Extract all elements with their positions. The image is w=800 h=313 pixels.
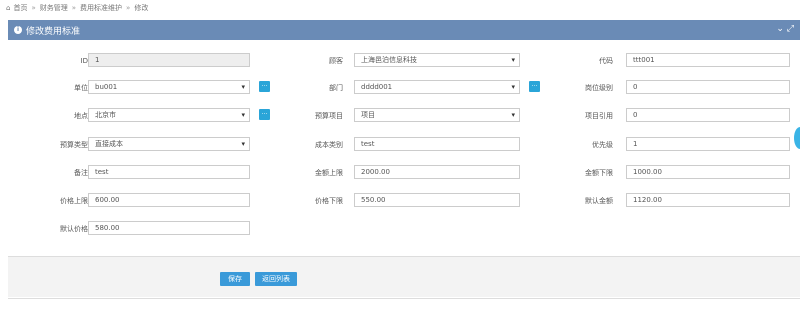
price-lower-field[interactable]: 550.00 [354, 193, 520, 207]
form-row: 单位 bu001 ... 部门 dddd001 ... 岗位级别 0 [8, 80, 800, 96]
panel-header: i 修改费用标准 ⌄ ⤢ [8, 20, 800, 40]
form-row: 默认价格 580.00 [8, 221, 800, 237]
budget-project-label: 预算项目 [315, 112, 343, 120]
budget-type-label: 预算类型 [60, 141, 88, 149]
form-footer: 保存 返回列表 [8, 256, 800, 297]
form-row: 价格上限 600.00 价格下限 550.00 默认金额 1120.00 [8, 193, 800, 209]
price-lower-label: 价格下限 [315, 197, 343, 205]
default-amount-label: 默认金额 [585, 197, 613, 205]
priority-label: 优先级 [592, 141, 613, 149]
form-row: 地点 北京市 ... 预算项目 项目 项目引用 0 [8, 108, 800, 124]
id-label: ID [80, 57, 88, 65]
id-field[interactable]: 1 [88, 53, 250, 67]
default-amount-field[interactable]: 1120.00 [626, 193, 790, 207]
save-button[interactable]: 保存 [220, 272, 250, 286]
breadcrumb-cost-standard[interactable]: 费用标准维护 [80, 3, 122, 13]
side-float-tab[interactable] [794, 127, 800, 149]
breadcrumb-home[interactable]: 首页 [13, 3, 27, 13]
price-upper-label: 价格上限 [60, 197, 88, 205]
breadcrumb-separator: » [31, 4, 36, 12]
breadcrumb-finance[interactable]: 财务管理 [40, 3, 68, 13]
breadcrumb: ⌂ 首页 » 财务管理 » 费用标准维护 » 修改 [0, 0, 800, 16]
budget-project-select[interactable]: 项目 [354, 108, 520, 122]
position-level-field[interactable]: 0 [626, 80, 790, 94]
form-row: 预算类型 直接成本 成本类别 test 优先级 1 [8, 137, 800, 153]
amount-upper-field[interactable]: 2000.00 [354, 165, 520, 179]
priority-field[interactable]: 1 [626, 137, 790, 151]
project-ref-field[interactable]: 0 [626, 108, 790, 122]
cost-category-label: 成本类别 [315, 141, 343, 149]
cost-category-field[interactable]: test [354, 137, 520, 151]
info-icon: i [14, 26, 22, 34]
unit-label: 单位 [74, 84, 88, 92]
location-label: 地点 [74, 112, 88, 120]
back-to-list-button[interactable]: 返回列表 [255, 272, 297, 286]
department-label: 部门 [329, 84, 343, 92]
divider [8, 298, 800, 299]
form-row: ID 1 顾客 上海邑泊信息科技 代码 ttt001 [8, 53, 800, 69]
amount-lower-label: 金额下限 [585, 169, 613, 177]
remark-field[interactable]: test [88, 165, 250, 179]
code-field[interactable]: ttt001 [626, 53, 790, 67]
position-level-label: 岗位级别 [585, 84, 613, 92]
panel-title: 修改费用标准 [26, 26, 81, 37]
breadcrumb-separator: » [71, 4, 77, 12]
amount-upper-label: 金额上限 [315, 169, 343, 177]
remark-label: 备注 [74, 169, 88, 177]
expand-icon[interactable]: ⤢ [787, 24, 794, 34]
default-price-field[interactable]: 580.00 [88, 221, 250, 235]
form-row: 备注 test 金额上限 2000.00 金额下限 1000.00 [8, 165, 800, 181]
unit-select[interactable]: bu001 [88, 80, 250, 94]
budget-type-select[interactable]: 直接成本 [88, 137, 250, 151]
project-ref-label: 项目引用 [585, 112, 613, 120]
code-label: 代码 [599, 57, 613, 65]
default-price-label: 默认价格 [60, 225, 88, 233]
form-body: ID 1 顾客 上海邑泊信息科技 代码 ttt001 单位 bu001 ... … [8, 40, 800, 256]
panel-tools: ⌄ ⤢ [776, 24, 794, 34]
price-upper-field[interactable]: 600.00 [88, 193, 250, 207]
location-select[interactable]: 北京市 [88, 108, 250, 122]
collapse-icon[interactable]: ⌄ [776, 24, 784, 34]
home-icon: ⌂ [6, 4, 11, 12]
customer-select[interactable]: 上海邑泊信息科技 [354, 53, 520, 67]
breadcrumb-edit: 修改 [134, 4, 149, 12]
department-select[interactable]: dddd001 [354, 80, 520, 94]
breadcrumb-separator: » [126, 4, 131, 12]
amount-lower-field[interactable]: 1000.00 [626, 165, 790, 179]
customer-label: 顾客 [329, 57, 343, 65]
